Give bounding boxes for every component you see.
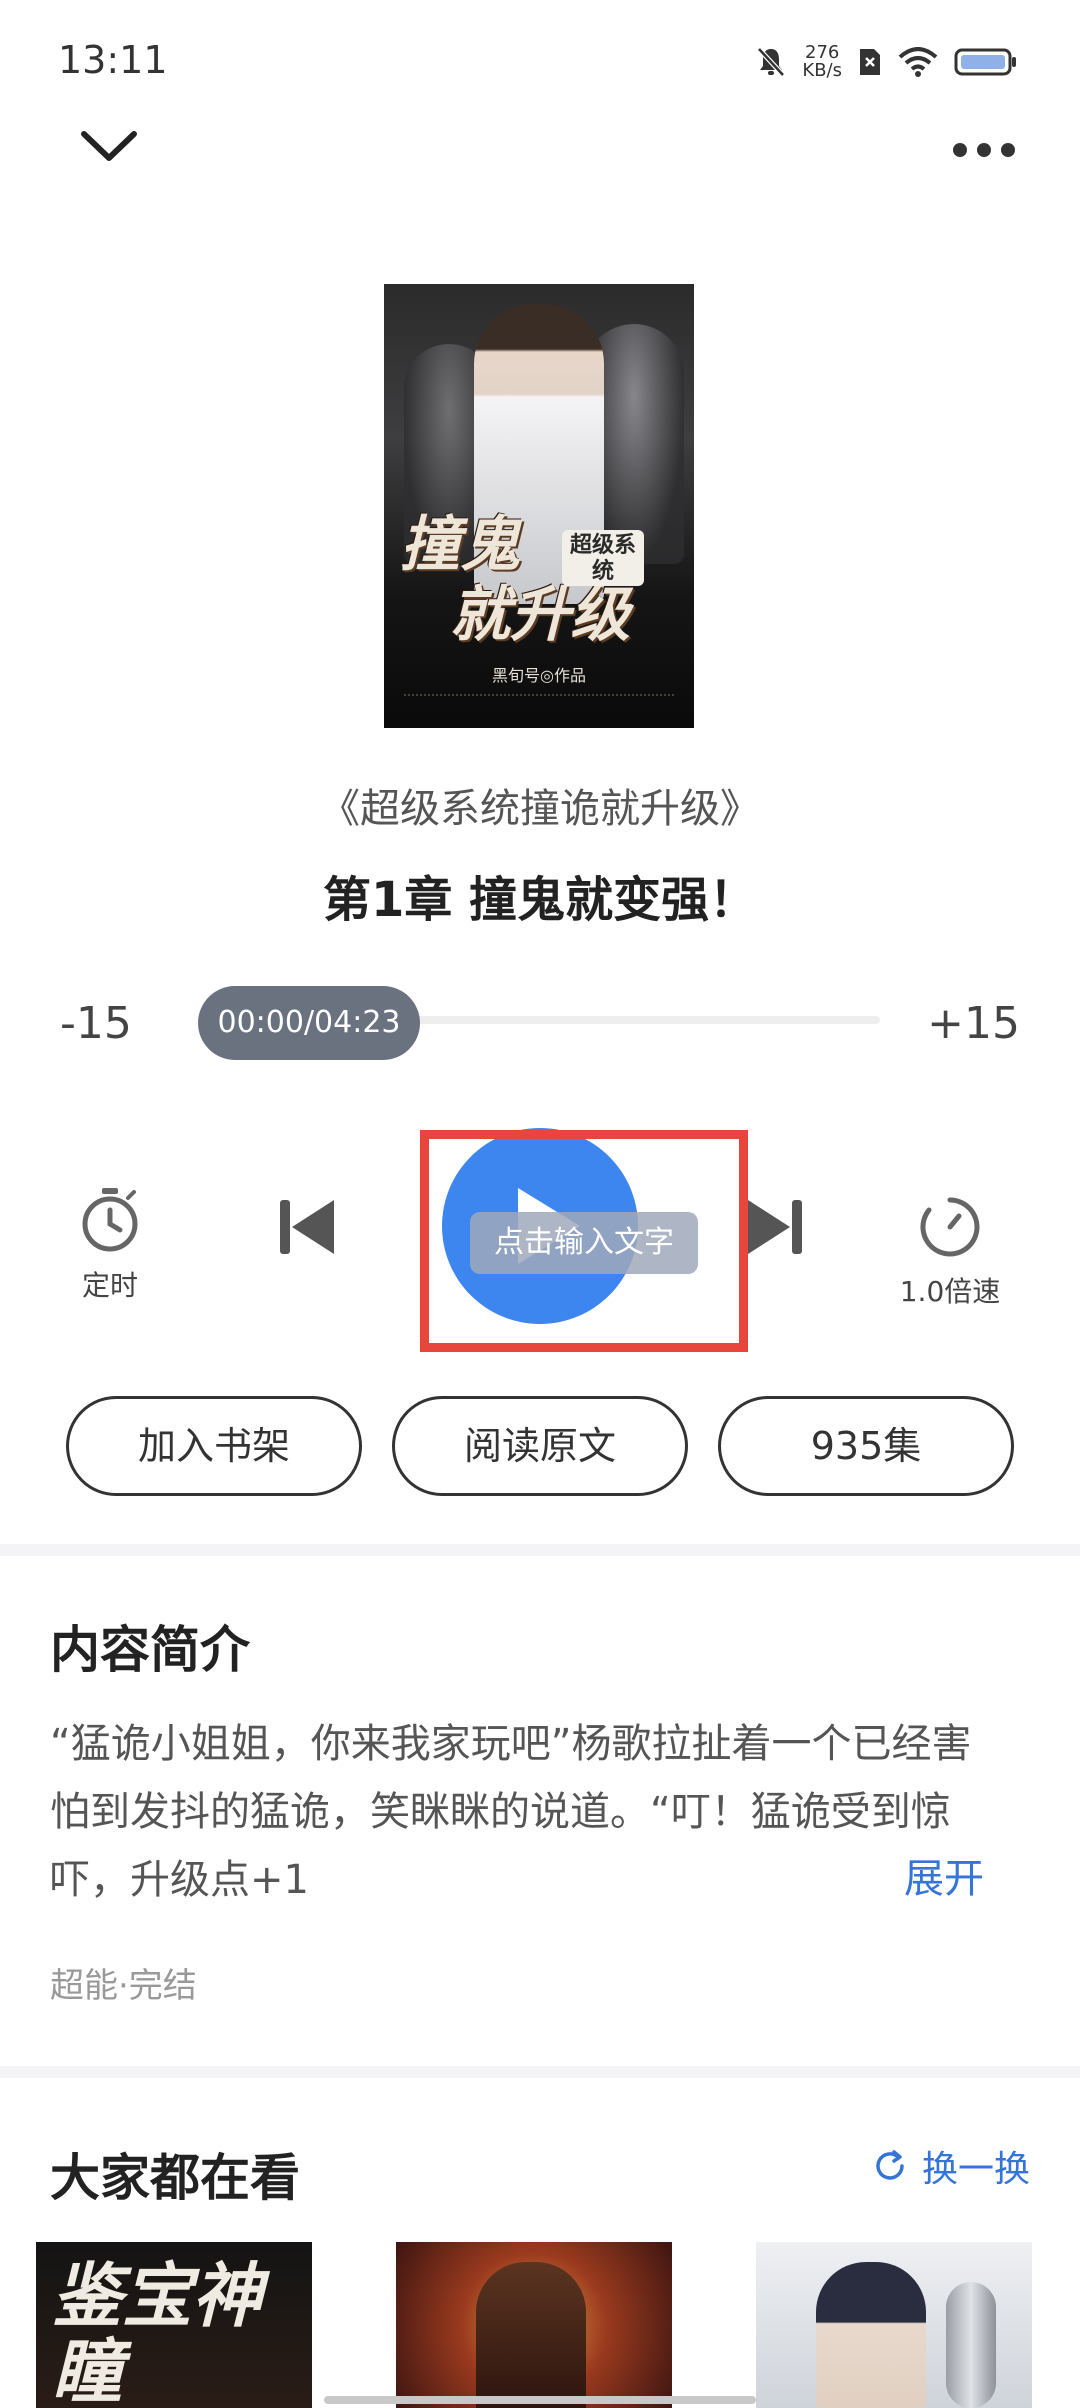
intro-text: “猛诡小姐姐，你来我家玩吧”杨歌拉扯着一个已经害怕到发抖的猛诡，笑眯眯的说道。“… <box>50 1721 972 1903</box>
chevron-down-icon[interactable] <box>74 118 144 178</box>
net-speed: 276 KB/s <box>802 44 842 80</box>
seek-forward-button[interactable]: +15 <box>927 998 1020 1049</box>
refresh-icon <box>876 2150 904 2180</box>
status-icons: 276 KB/s <box>756 40 1018 84</box>
read-original-button[interactable]: 阅读原文 <box>392 1396 688 1496</box>
recommend-card[interactable] <box>756 2242 1032 2408</box>
section-divider <box>0 2066 1080 2078</box>
refresh-button[interactable]: 换一换 <box>872 2140 1030 2192</box>
refresh-label: 换一换 <box>921 2149 1030 2190</box>
battery-icon <box>954 48 1016 76</box>
cover-author: 黑旬号◎作品 <box>492 666 586 685</box>
microphone-image <box>946 2282 996 2408</box>
speed-button[interactable]: 1.0倍速 <box>890 1196 1010 1310</box>
cover-title-line1: 撞鬼 <box>400 510 520 580</box>
book-title: 《超级系统撞诡就升级》 <box>320 786 760 832</box>
wifi-icon <box>898 47 938 77</box>
status-time: 13:11 <box>58 38 168 82</box>
net-speed-unit: KB/s <box>802 60 842 81</box>
status-bar: 13:11 276 KB/s <box>0 0 1080 120</box>
book-cover: 撞鬼 就升级 超级系统 黑旬号◎作品 <box>384 284 694 728</box>
recommend-card[interactable]: 鉴宝神瞳 <box>36 2242 312 2408</box>
speed-label: 1.0倍速 <box>899 1275 1001 1308</box>
dot <box>1001 143 1015 157</box>
more-dots-icon[interactable] <box>944 120 1024 180</box>
recommend-card-title: 鉴宝神瞳 <box>52 2254 262 2408</box>
text-input-tip[interactable]: 点击输入文字 <box>470 1212 698 1274</box>
recommend-card-figure <box>476 2262 586 2408</box>
sim-x-icon <box>860 49 880 75</box>
recommend-card[interactable] <box>396 2242 672 2408</box>
timer-label: 定时 <box>81 1269 138 1302</box>
chapter-title: 第1章 撞鬼就变强！ <box>322 872 758 928</box>
seek-back-button[interactable]: -15 <box>60 998 132 1049</box>
progress-time-pill[interactable]: 00:00/04:23 <box>198 986 420 1060</box>
dot <box>977 143 991 157</box>
speed-gauge-icon <box>920 1197 980 1257</box>
recommend-card-figure <box>816 2262 926 2408</box>
dot <box>953 143 967 157</box>
cover-fine-print <box>404 694 674 710</box>
cover-badge: 超级系统 <box>562 530 644 586</box>
recommend-heading: 大家都在看 <box>50 2149 300 2207</box>
home-indicator[interactable] <box>324 2396 756 2404</box>
intro-heading: 内容简介 <box>50 1621 250 1679</box>
cover-title-line2: 就升级 <box>450 580 630 650</box>
timer-button[interactable]: 定时 <box>60 1186 160 1304</box>
cover-title: 撞鬼 就升级 <box>400 510 690 650</box>
previous-track-icon[interactable] <box>278 1196 338 1258</box>
add-to-shelf-button[interactable]: 加入书架 <box>66 1396 362 1496</box>
stopwatch-icon <box>82 1188 138 1252</box>
expand-link[interactable]: 展开 <box>904 1846 984 1904</box>
next-track-icon[interactable] <box>744 1196 804 1258</box>
book-tags: 超能·完结 <box>50 1966 197 2006</box>
episodes-button[interactable]: 935集 <box>718 1396 1014 1496</box>
section-divider <box>0 1544 1080 1556</box>
mute-bell-icon <box>757 47 786 77</box>
